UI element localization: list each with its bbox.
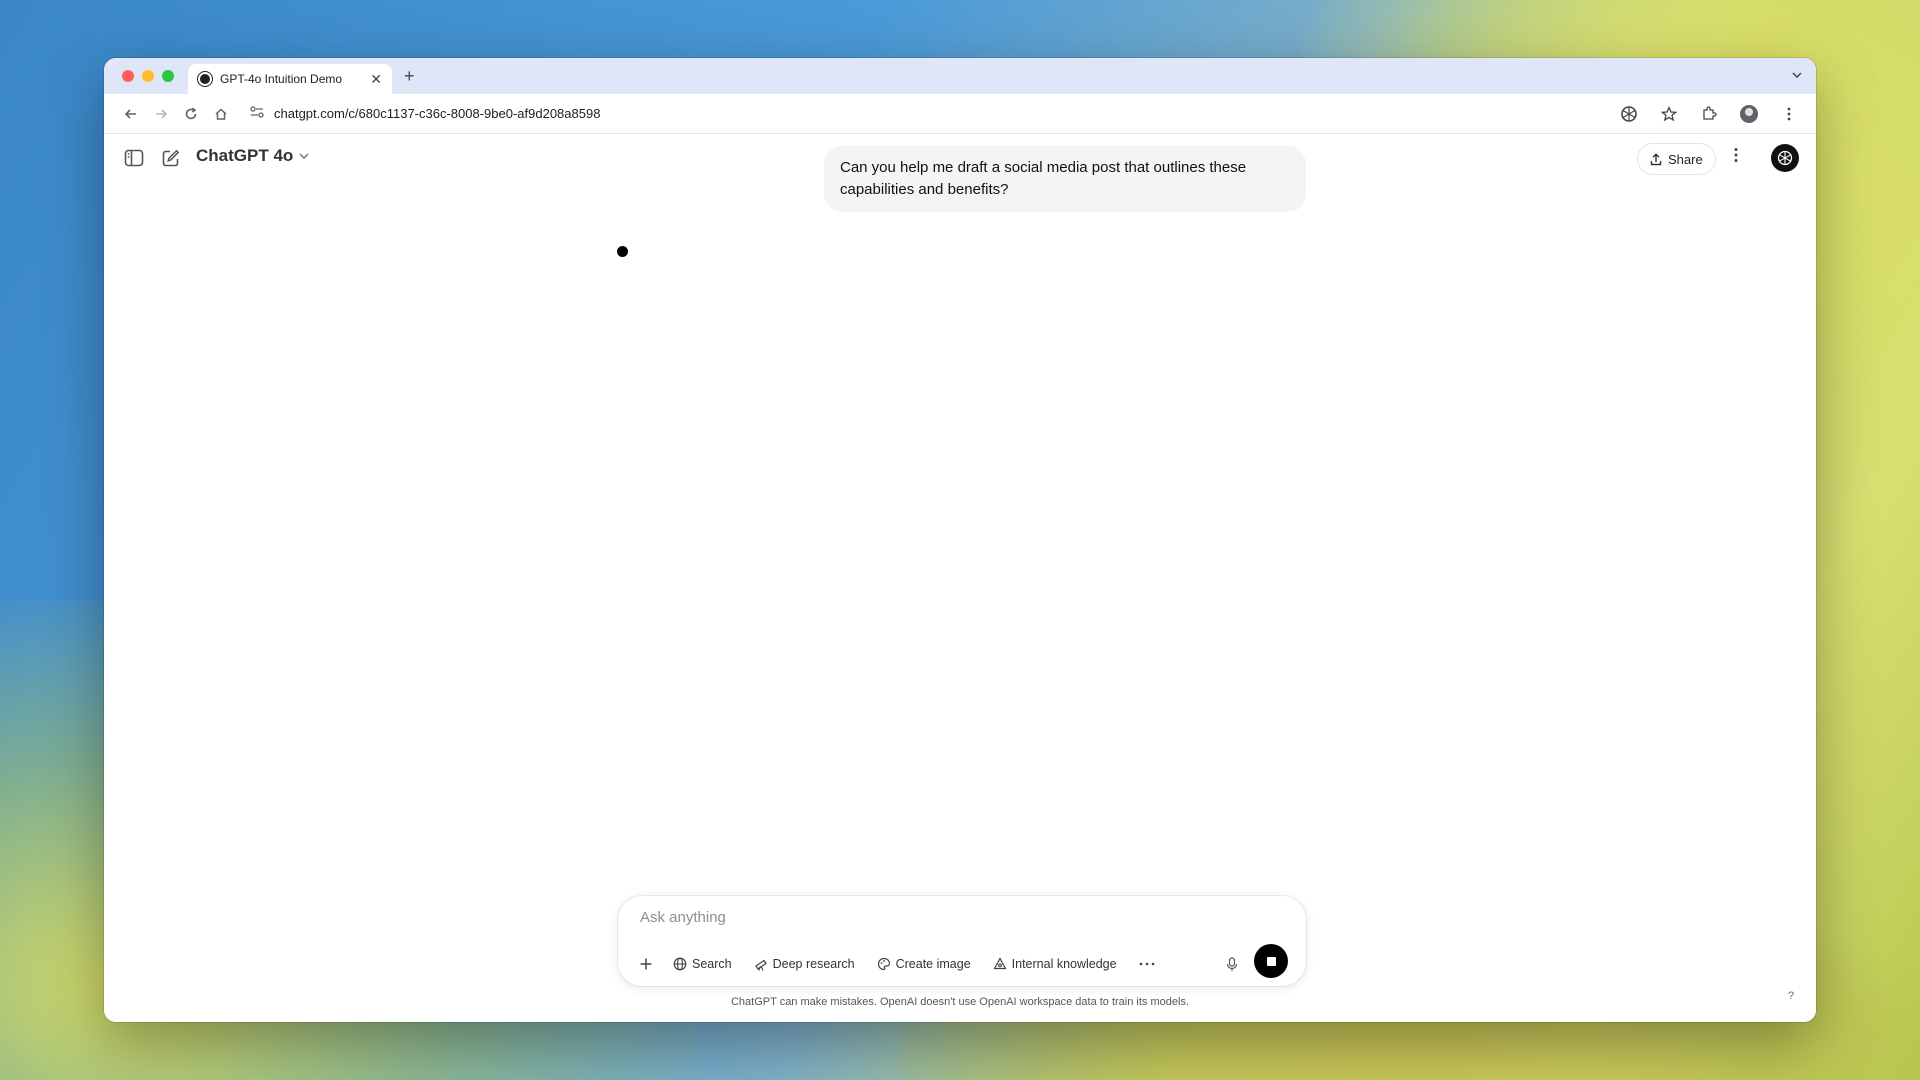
chatgpt-favicon-icon <box>198 72 212 86</box>
browser-window: GPT-4o Intuition Demo ✕ + chatgpt.com/c/… <box>104 58 1816 1022</box>
reload-icon[interactable] <box>176 99 206 129</box>
browser-tab[interactable]: GPT-4o Intuition Demo ✕ <box>188 64 392 94</box>
deep-research-button[interactable]: Deep research <box>745 950 864 978</box>
help-button[interactable]: ? <box>1788 990 1794 1002</box>
knowledge-icon <box>993 957 1007 970</box>
internal-knowledge-button[interactable]: Internal knowledge <box>984 950 1126 978</box>
prompt-input[interactable] <box>640 904 1260 930</box>
home-icon[interactable] <box>206 99 236 129</box>
globe-icon <box>673 957 687 971</box>
extensions-puzzle-icon[interactable] <box>1694 99 1724 129</box>
telescope-icon <box>754 959 767 971</box>
model-name: ChatGPT 4o <box>196 146 294 165</box>
address-bar[interactable]: chatgpt.com/c/680c1137-c36c-8008-9be0-af… <box>242 99 1604 129</box>
palette-icon <box>877 957 890 971</box>
create-image-button[interactable]: Create image <box>868 950 980 978</box>
bookmark-star-icon[interactable] <box>1654 99 1684 129</box>
chatgpt-app: ChatGPT 4o Can you help me draft a socia… <box>104 134 1816 1022</box>
close-window-button[interactable] <box>122 70 134 82</box>
chevron-down-icon <box>299 150 309 162</box>
deep-research-label: Deep research <box>772 957 855 971</box>
tab-search-icon[interactable] <box>1792 67 1802 81</box>
microphone-icon[interactable] <box>1218 950 1246 978</box>
share-label: Share <box>1668 151 1703 167</box>
tab-close-icon[interactable]: ✕ <box>370 71 382 88</box>
forward-arrow-icon[interactable] <box>146 99 176 129</box>
response-loading-indicator <box>617 246 628 257</box>
minimize-window-button[interactable] <box>142 70 154 82</box>
search-label: Search <box>692 957 732 971</box>
internal-knowledge-label: Internal knowledge <box>1011 957 1117 971</box>
tab-strip: GPT-4o Intuition Demo ✕ + <box>104 58 1816 94</box>
maximize-window-button[interactable] <box>162 70 174 82</box>
tab-title: GPT-4o Intuition Demo <box>220 72 343 86</box>
message-composer: Search Deep research Create image Intern… <box>618 896 1306 986</box>
profile-avatar[interactable] <box>1734 99 1764 129</box>
site-settings-icon[interactable] <box>250 106 264 121</box>
attach-plus-icon[interactable] <box>632 950 660 978</box>
more-tools-icon[interactable] <box>1130 950 1164 978</box>
avatar <box>1740 104 1758 123</box>
browser-toolbar: chatgpt.com/c/680c1137-c36c-8008-9be0-af… <box>104 94 1816 134</box>
toolbar-actions <box>1614 99 1804 129</box>
new-chat-icon[interactable] <box>158 146 182 170</box>
window-controls <box>122 70 174 82</box>
openai-extension-icon[interactable] <box>1614 99 1644 129</box>
back-arrow-icon[interactable] <box>116 99 146 129</box>
openai-logo-icon[interactable] <box>1771 144 1799 172</box>
url-text: chatgpt.com/c/680c1137-c36c-8008-9be0-af… <box>274 106 601 121</box>
create-image-label: Create image <box>895 957 971 971</box>
sidebar-toggle-icon[interactable] <box>122 146 146 170</box>
share-button[interactable]: Share <box>1637 143 1716 175</box>
stop-icon <box>1266 956 1276 966</box>
new-tab-button[interactable]: + <box>404 66 415 87</box>
conversation-options-icon[interactable] <box>1734 147 1738 167</box>
app-header: ChatGPT 4o Can you help me draft a socia… <box>104 134 1816 212</box>
model-selector[interactable]: ChatGPT 4o <box>196 146 309 166</box>
composer-toolbar: Search Deep research Create image Intern… <box>632 950 1164 978</box>
browser-menu-icon[interactable] <box>1774 99 1804 129</box>
share-icon <box>1650 152 1662 165</box>
user-message-bubble: Can you help me draft a social media pos… <box>824 146 1306 212</box>
search-button[interactable]: Search <box>664 950 741 978</box>
stop-generating-button[interactable] <box>1254 944 1288 978</box>
disclaimer-text: ChatGPT can make mistakes. OpenAI doesn'… <box>730 996 1189 1008</box>
